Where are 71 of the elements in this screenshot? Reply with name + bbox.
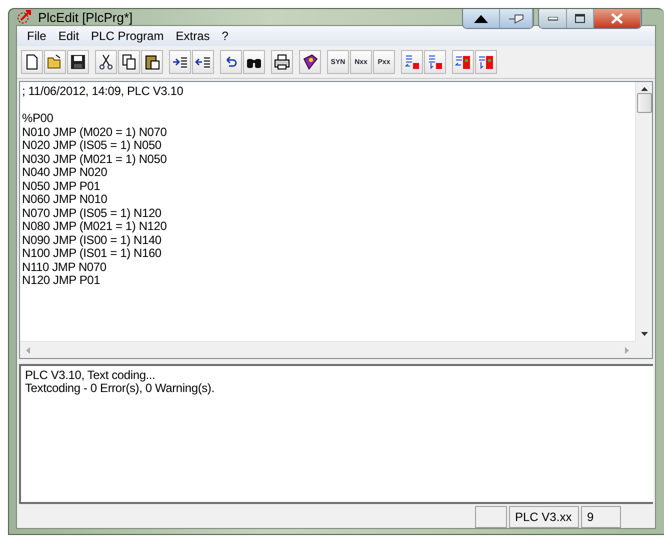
code-line: N090 JMP (IS00 = 1) N140 (22, 234, 162, 247)
menu-item[interactable]: Edit (52, 29, 86, 43)
menu-item[interactable]: Extras (170, 29, 216, 43)
toolbar-button[interactable] (118, 50, 140, 74)
printer-icon (274, 54, 290, 70)
pin-button[interactable] (500, 9, 533, 28)
scissors-icon (98, 54, 114, 70)
scroll-down-icon (640, 332, 648, 336)
list-arrow-square-icon (404, 54, 420, 70)
status-panel (475, 506, 507, 528)
code-line: N120 JMP P01 (22, 274, 102, 288)
list-down-arrow-block-icon (478, 54, 494, 70)
triangle-up-icon (474, 14, 488, 22)
toolbar-button[interactable] (169, 50, 191, 74)
code-line: ; 11/06/2012, 14:09, PLC V3.10 (22, 85, 184, 98)
code-line: N030 JMP (M021 = 1) N050 (22, 152, 168, 166)
toolbar-button[interactable] (192, 50, 214, 74)
minimize-button[interactable] (539, 9, 567, 28)
horizontal-scrollbar[interactable] (20, 341, 635, 358)
output-line: PLC V3.10, Text coding... (25, 369, 156, 382)
vertical-scrollbar[interactable] (635, 82, 652, 341)
window-title: PlcEdit [PlcPrg*] (38, 10, 133, 24)
toolbar-button[interactable] (95, 50, 117, 74)
code-line: N050 JMP P01 (22, 180, 102, 193)
status-text: PLC V3.xx (509, 506, 579, 528)
paste-icon (144, 54, 160, 70)
save-icon (70, 54, 86, 70)
status-text: 9 (581, 506, 621, 528)
menu-item[interactable]: File (21, 29, 52, 43)
minimize-icon (548, 16, 558, 20)
toolbar-button[interactable] (299, 50, 321, 74)
toolbar-button[interactable] (141, 50, 163, 74)
toolbar-button[interactable] (452, 50, 474, 74)
toolbar-button[interactable] (271, 50, 293, 74)
toolbar-button[interactable] (401, 50, 423, 74)
toolbar-button[interactable] (44, 50, 66, 74)
list-down-arrow-square-icon (427, 54, 443, 70)
close-button[interactable] (594, 9, 641, 28)
code-line: N110 JMP N070 (22, 260, 108, 274)
toolbar-button[interactable] (424, 50, 446, 74)
toolbar-button[interactable] (475, 50, 497, 74)
app-logo-icon (16, 9, 32, 25)
copy-icon (121, 54, 137, 70)
toolbar-button[interactable] (243, 50, 265, 74)
code-line: N040 JMP N020 (22, 166, 108, 180)
scroll-left-icon (26, 346, 30, 354)
output-line: Textcoding - 0 Error(s), 0 Warning(s). (25, 382, 216, 395)
new-file-icon (24, 54, 40, 70)
code-editor[interactable] (19, 81, 653, 359)
toolbar-button[interactable] (67, 50, 89, 74)
toolbar-button[interactable] (21, 50, 43, 74)
code-line: N010 JMP (M020 = 1) N070 (22, 126, 168, 139)
toolbar-button[interactable] (220, 50, 242, 74)
list-arrow-block-icon (455, 54, 471, 70)
maximize-button[interactable] (567, 9, 594, 28)
scroll-right-icon (625, 346, 629, 354)
scroll-up-icon (640, 87, 648, 91)
roll-up-button[interactable] (463, 9, 500, 28)
scroll-thumb[interactable] (636, 93, 652, 113)
code-line: N080 JMP (M021 = 1) N120 (22, 220, 168, 234)
code-line: N070 JMP (IS05 = 1) N120 (22, 206, 162, 220)
maximize-icon (575, 14, 585, 23)
code-line: N100 JMP (IS01 = 1) N160 (22, 247, 162, 260)
menu-item[interactable]: ? (216, 29, 234, 43)
code-line: %P00 (22, 112, 54, 126)
code-line: N060 JMP N010 (22, 193, 108, 206)
menu-item[interactable]: PLC Program (85, 29, 170, 43)
close-icon (611, 13, 623, 24)
pin-icon (508, 14, 524, 24)
open-folder-icon (47, 54, 63, 70)
code-line: N020 JMP (IS05 = 1) N050 (22, 139, 162, 152)
